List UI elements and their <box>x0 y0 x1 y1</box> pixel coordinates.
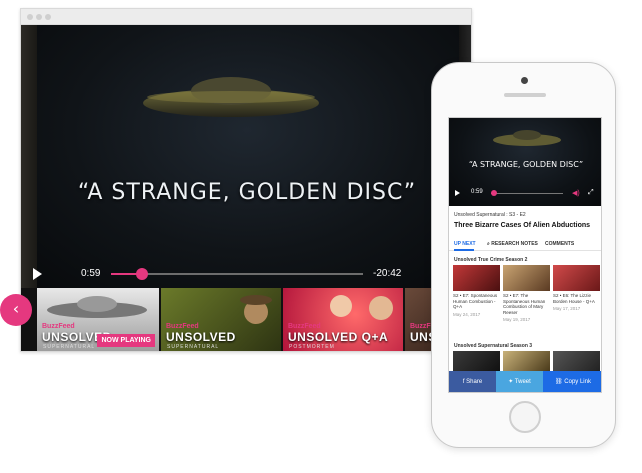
list-item[interactable]: S2 • E7: Spontaneous Human Combustion - … <box>453 265 500 317</box>
show-label: UNSOLVED Q+A <box>288 330 389 344</box>
phone-progress-handle[interactable] <box>491 190 497 196</box>
card-thumbnail[interactable] <box>453 351 500 371</box>
progress-handle[interactable] <box>136 268 149 280</box>
video-caption: “A STRANGE, GOLDEN DISC” <box>77 180 417 205</box>
host-thumbnail <box>240 295 272 324</box>
play-icon[interactable] <box>33 268 42 280</box>
phone-progress-track[interactable] <box>491 193 563 194</box>
ufo-image <box>493 130 561 146</box>
volume-icon[interactable]: ◀) <box>572 189 580 197</box>
carousel-tile[interactable]: BuzzFeed UNSOLVED SUPERNATURAL <box>161 288 281 351</box>
progress-track[interactable] <box>111 273 363 275</box>
section-heading: Unsolved True Crime Season 2 <box>454 257 528 263</box>
browser-titlebar <box>21 9 471 25</box>
list-item[interactable]: S2 • E6: The Lizzie Borden House - Q+A M… <box>553 265 600 311</box>
twitter-share-label: Tweet <box>514 379 531 385</box>
ufo-thumbnail <box>47 296 147 318</box>
active-tab-indicator <box>454 249 474 251</box>
phone-screen: “A STRANGE, GOLDEN DISC” 0:59 ◀) ⤢ Unsol… <box>448 117 602 393</box>
phone-current-time: 0:59 <box>471 189 483 195</box>
marketing-composite: “A STRANGE, GOLDEN DISC” 0:59 -20:42 Buz… <box>0 0 642 473</box>
carousel-prev-button[interactable]: ‹ <box>0 294 32 326</box>
brand-label: BuzzFeed <box>288 323 321 330</box>
carousel-tile[interactable]: BuzzFeed UNSOLVED SUPERNATURAL NOW PLAYI… <box>37 288 159 351</box>
card-thumbnail[interactable] <box>553 351 600 371</box>
tab-comments[interactable]: COMMENTS <box>545 241 574 247</box>
camera-icon <box>521 77 528 84</box>
video-carousel: BuzzFeed UNSOLVED SUPERNATURAL NOW PLAYI… <box>21 288 471 351</box>
share-bar: f Share ✦ Tweet ⛓ Copy Link <box>449 371 601 392</box>
copy-link-button[interactable]: ⛓ Copy Link <box>543 371 601 392</box>
browser-window: “A STRANGE, GOLDEN DISC” 0:59 -20:42 Buz… <box>20 8 472 352</box>
episode-series: Unsolved Supernatural : S3 - E2 <box>454 212 526 218</box>
card-date: May 19, 2017 <box>503 317 531 322</box>
play-icon[interactable] <box>455 190 460 196</box>
show-subtitle: SUPERNATURAL <box>43 344 96 350</box>
show-subtitle: SUPERNATURAL <box>167 344 220 350</box>
progress-fill <box>111 273 137 275</box>
card-thumbnail <box>453 265 500 291</box>
home-button[interactable] <box>509 401 541 433</box>
card-title: S2 • E7: The Spontaneous Human Combustio… <box>503 293 546 315</box>
now-playing-badge: NOW PLAYING <box>97 334 155 347</box>
phone-video-player[interactable]: “A STRANGE, GOLDEN DISC” 0:59 ◀) ⤢ <box>449 118 601 206</box>
card-date: May 24, 2017 <box>453 311 481 317</box>
hosts-thumbnail <box>330 295 393 320</box>
card-thumbnail <box>503 265 550 291</box>
ufo-image <box>143 77 319 117</box>
card-thumbnail <box>553 265 600 291</box>
copy-link-label: Copy Link <box>564 379 591 385</box>
episode-title: Three Bizarre Cases Of Alien Abductions <box>454 222 591 229</box>
card-title: S2 • E6: The Lizzie Borden House - Q+A <box>553 293 595 304</box>
phone-tabs: UP NEXT ⌕ RESEARCH NOTES COMMENTS <box>449 237 601 251</box>
facebook-share-button[interactable]: f Share <box>449 371 496 392</box>
tab-research-notes[interactable]: ⌕ RESEARCH NOTES <box>487 241 538 247</box>
list-item[interactable]: S2 • E7: The Spontaneous Human Combustio… <box>503 265 550 322</box>
section-heading: Unsolved Supernatural Season 3 <box>454 343 533 349</box>
link-icon: ⛓ <box>555 379 565 385</box>
video-player[interactable]: “A STRANGE, GOLDEN DISC” 0:59 -20:42 <box>21 25 471 288</box>
phone-video-caption: “A STRANGE, GOLDEN DISC” <box>468 160 584 169</box>
video-controls: 0:59 -20:42 <box>21 260 471 288</box>
remaining-time: -20:42 <box>373 268 402 279</box>
show-subtitle: POSTMORTEM <box>289 344 335 350</box>
phone-mockup: “A STRANGE, GOLDEN DISC” 0:59 ◀) ⤢ Unsol… <box>431 62 616 448</box>
tab-research-notes-label: RESEARCH NOTES <box>491 241 538 247</box>
facebook-share-label: Share <box>466 379 483 385</box>
fullscreen-icon[interactable]: ⤢ <box>588 189 594 197</box>
brand-label: BuzzFeed <box>166 323 199 330</box>
card-title: S2 • E7: Spontaneous Human Combustion - … <box>453 293 498 309</box>
window-dot-icon <box>36 14 42 20</box>
window-dot-icon <box>45 14 51 20</box>
show-label: UNSOLVED <box>166 330 236 344</box>
card-date: May 17, 2017 <box>553 306 581 311</box>
tab-up-next[interactable]: UP NEXT <box>454 241 476 247</box>
carousel-tile[interactable]: BuzzFeed UNSOLVED Q+A POSTMORTEM <box>283 288 403 351</box>
card-thumbnail[interactable] <box>503 351 550 371</box>
brand-label: BuzzFeed <box>42 323 75 330</box>
speaker-grille <box>504 93 546 97</box>
twitter-share-button[interactable]: ✦ Tweet <box>496 371 543 392</box>
twitter-icon: ✦ <box>508 379 515 385</box>
current-time: 0:59 <box>81 268 101 279</box>
window-dot-icon <box>27 14 33 20</box>
tree-trunk <box>21 25 37 288</box>
